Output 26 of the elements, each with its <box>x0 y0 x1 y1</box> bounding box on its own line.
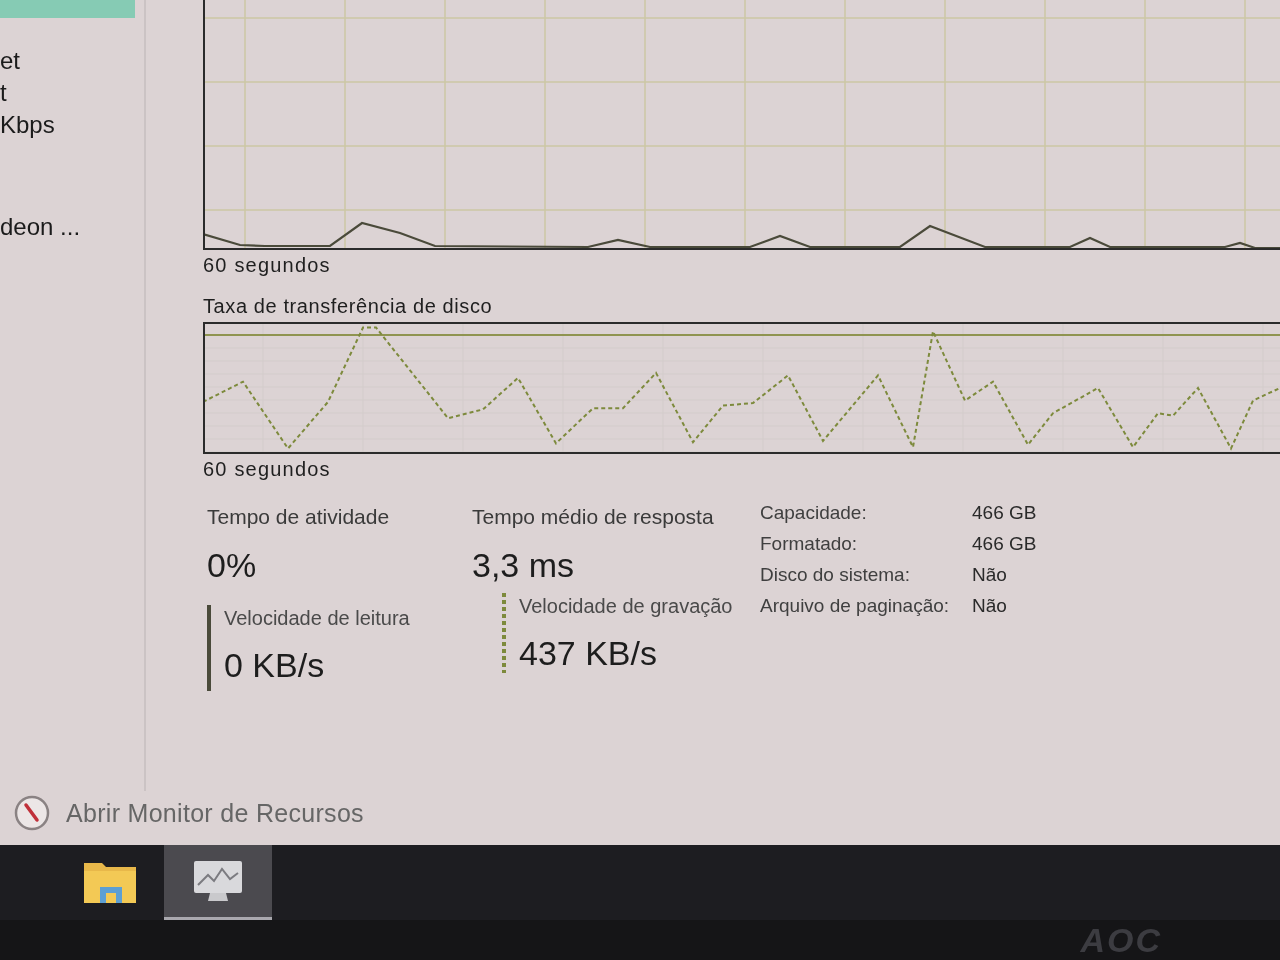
time-label: 60 segundos <box>203 457 332 481</box>
sidebar-item[interactable]: et t Kbps <box>0 18 135 141</box>
detail-label: Capacidade: <box>760 501 867 524</box>
detail-label: Arquivo de paginação: <box>760 594 950 617</box>
sidebar-item[interactable]: deon ... <box>0 211 135 243</box>
stat-value: 0% <box>207 545 257 585</box>
detail-value: 466 GB <box>972 501 1037 524</box>
speed-label: Velocidade de leitura <box>224 606 410 631</box>
resource-monitor-link[interactable]: Abrir Monitor de Recursos <box>66 798 364 828</box>
detail-value: Não <box>972 594 1007 617</box>
speed-label: Velocidade de gravação <box>519 594 733 619</box>
chart-title: Taxa de transferência de disco <box>203 294 494 318</box>
speed-value: 437 KB/s <box>519 633 657 673</box>
detail-label: Formatado: <box>760 532 858 555</box>
detail-label: Disco do sistema: <box>760 563 910 586</box>
stat-value: 3,3 ms <box>472 545 575 585</box>
time-label: 60 segundos <box>203 253 332 277</box>
detail-value: Não <box>972 563 1007 586</box>
detail-value: 466 GB <box>972 532 1037 555</box>
speed-value: 0 KB/s <box>224 645 325 685</box>
taskbar-button[interactable] <box>164 845 272 920</box>
stat-label: Tempo médio de resposta <box>472 504 714 530</box>
monitor-icon <box>192 859 244 903</box>
dashed-line-icon <box>502 593 506 673</box>
stat-label: Tempo de atividade <box>207 504 390 530</box>
gauge-icon <box>14 795 50 831</box>
